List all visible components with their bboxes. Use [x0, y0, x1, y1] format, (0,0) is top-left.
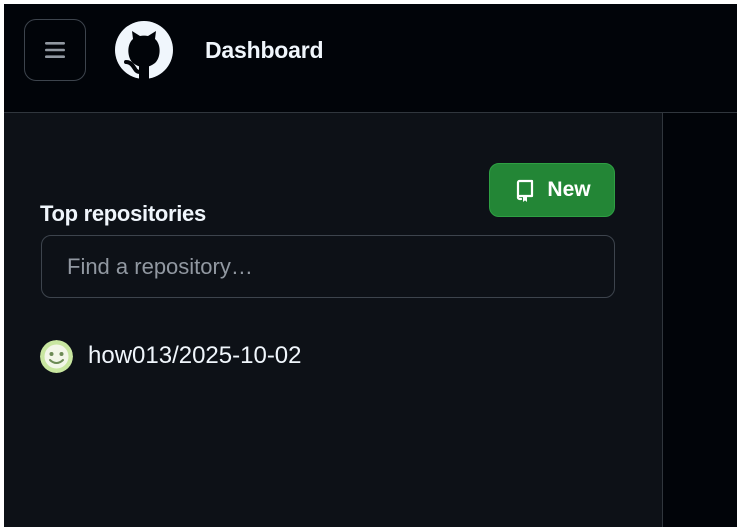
hamburger-menu-button[interactable]: [24, 19, 86, 81]
user-avatar: [40, 339, 73, 373]
find-repository-input[interactable]: [41, 235, 615, 298]
top-repositories-heading: Top repositories: [40, 201, 206, 227]
repo-icon: [517, 179, 534, 202]
new-repository-button[interactable]: New: [489, 163, 615, 217]
github-octocat-icon[interactable]: [113, 19, 175, 81]
repository-name-link[interactable]: how013/2025-10-02: [88, 341, 302, 371]
user-avatar-icon: [40, 339, 73, 373]
page-title: Dashboard: [205, 37, 324, 63]
left-sidebar: Top repositories New how013/2025-10-0: [4, 113, 663, 527]
top-header: Dashboard: [4, 4, 737, 113]
new-button-label: New: [547, 178, 591, 201]
repository-list-item[interactable]: how013/2025-10-02: [40, 338, 302, 374]
github-app-window: Dashboard Top repositories New Find a re…: [4, 4, 737, 527]
hamburger-menu-icon: [45, 42, 65, 58]
dashboard-content-area: [663, 113, 737, 527]
